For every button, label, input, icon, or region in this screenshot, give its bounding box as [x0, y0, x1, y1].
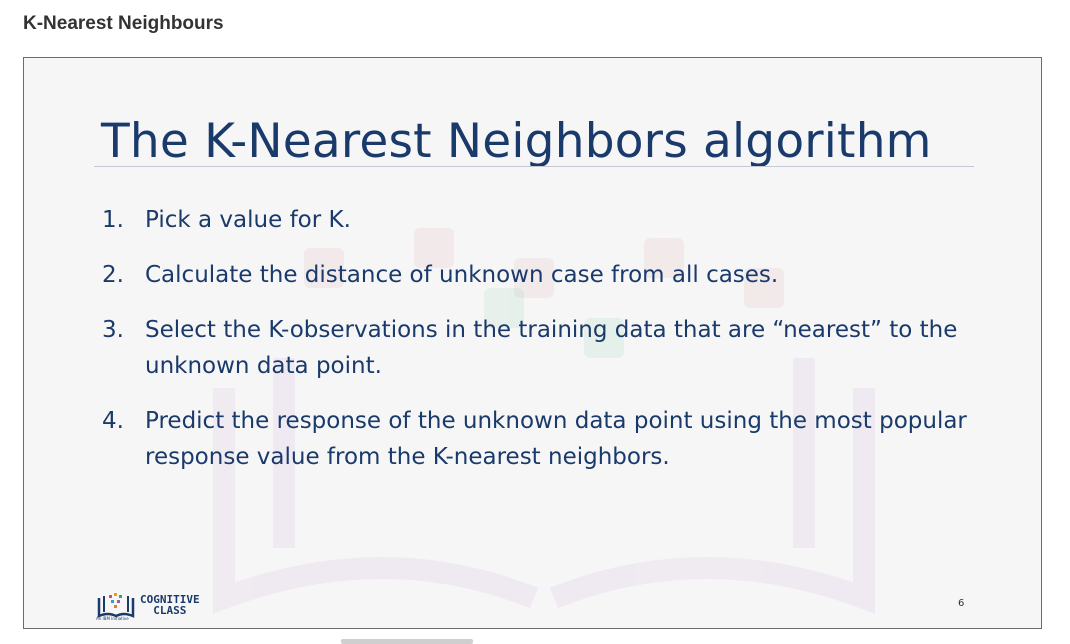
step-number: 3.: [102, 317, 124, 343]
step-text: Calculate the distance of unknown case f…: [145, 262, 779, 288]
cognitive-class-logo: COGNITIVE CLASS An IBM Initiative: [96, 588, 211, 622]
list-item: 4. Predict the response of the unknown d…: [102, 403, 982, 475]
title-divider: [94, 166, 974, 167]
steps-list: 1. Pick a value for K. 2. Calculate the …: [102, 202, 982, 494]
page-heading: K-Nearest Neighbours: [23, 13, 224, 34]
step-number: 2.: [102, 262, 124, 288]
list-item: 2. Calculate the distance of unknown cas…: [102, 257, 982, 293]
slide-page-number: 6: [958, 598, 965, 609]
step-text: Select the K-observations in the trainin…: [145, 317, 958, 379]
logo-subtitle: An IBM Initiative: [96, 616, 129, 621]
list-item: 3. Select the K-observations in the trai…: [102, 312, 982, 384]
list-item: 1. Pick a value for K.: [102, 202, 982, 238]
logo-line2: CLASS: [153, 604, 187, 617]
slide-title: The K-Nearest Neighbors algorithm: [101, 114, 932, 169]
horizontal-scrollbar-thumb[interactable]: [341, 639, 473, 644]
step-text: Predict the response of the unknown data…: [145, 408, 967, 470]
slide-frame: The K-Nearest Neighbors algorithm 1. Pic…: [23, 57, 1042, 629]
step-text: Pick a value for K.: [145, 207, 351, 233]
step-number: 4.: [102, 408, 124, 434]
step-number: 1.: [102, 207, 124, 233]
